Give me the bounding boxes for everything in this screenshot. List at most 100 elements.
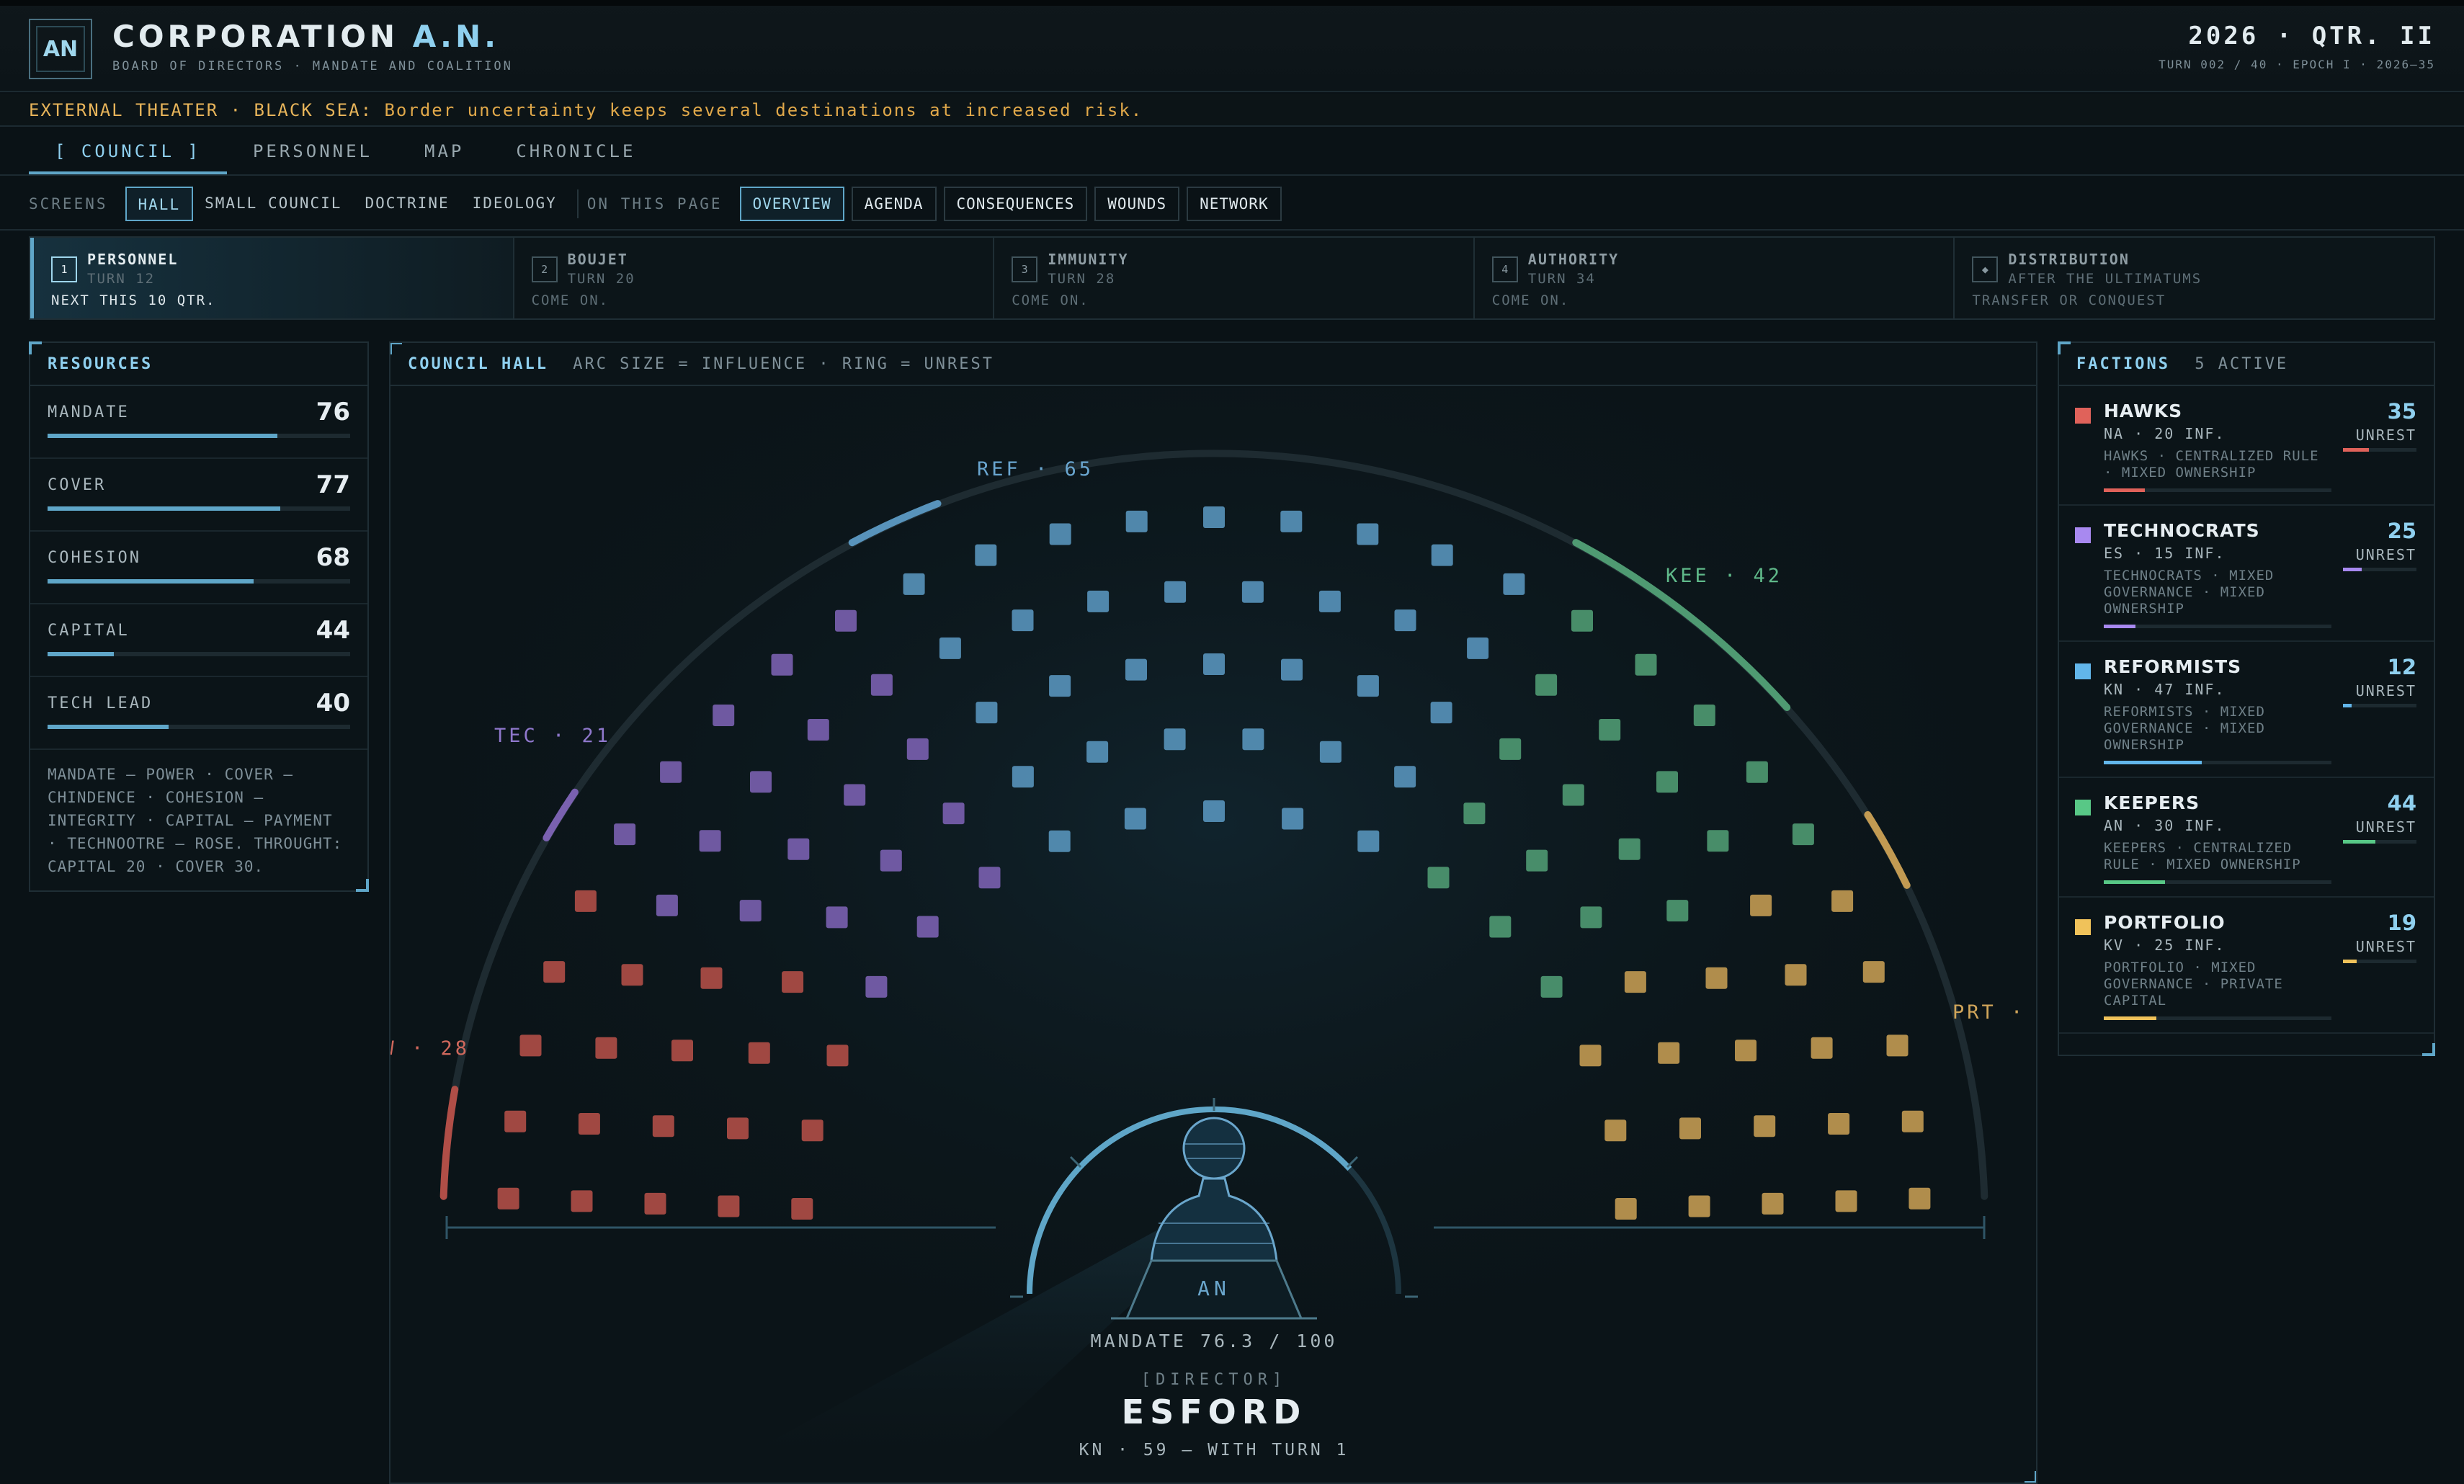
council-seat[interactable] <box>1656 771 1678 793</box>
council-seat[interactable] <box>826 1045 849 1067</box>
council-seat[interactable] <box>1792 823 1814 846</box>
council-seat[interactable] <box>1693 705 1715 726</box>
council-seat[interactable] <box>1242 728 1264 751</box>
page-wounds[interactable]: WOUNDS <box>1094 187 1180 221</box>
council-seat[interactable] <box>1164 728 1186 751</box>
council-seat[interactable] <box>1831 890 1854 912</box>
tab-personnel[interactable]: PERSONNEL <box>227 128 398 174</box>
page-consequences[interactable]: CONSEQUENCES <box>943 187 1088 221</box>
resource-tech-lead[interactable]: TECH LEAD 40 <box>30 677 367 750</box>
council-seat[interactable] <box>578 1113 600 1135</box>
tab-council[interactable]: [ COUNCIL ] <box>29 128 227 174</box>
council-seat[interactable] <box>791 1198 813 1220</box>
council-seat[interactable] <box>750 771 772 793</box>
council-seat[interactable] <box>1281 658 1303 681</box>
council-seat[interactable] <box>978 867 1001 889</box>
council-seat[interactable] <box>699 830 721 852</box>
council-seat[interactable] <box>916 916 939 938</box>
council-seat[interactable] <box>497 1187 519 1210</box>
council-seat[interactable] <box>870 674 893 696</box>
council-seat[interactable] <box>1526 849 1548 872</box>
council-seat[interactable] <box>1357 830 1380 852</box>
council-seat[interactable] <box>1909 1187 1931 1210</box>
council-seat[interactable] <box>787 838 810 860</box>
council-seat[interactable] <box>826 906 848 929</box>
council-seat[interactable] <box>671 1040 693 1062</box>
council-seat[interactable] <box>1125 510 1148 532</box>
council-seat[interactable] <box>1203 800 1225 822</box>
council-seat[interactable] <box>1624 971 1646 993</box>
council-seat[interactable] <box>939 637 961 659</box>
council-seat[interactable] <box>1125 658 1147 681</box>
faction-technocrats[interactable]: TECHNOCRATS ES · 15 INF. TECHNOCRATS · MIX… <box>2059 506 2434 642</box>
council-seat[interactable] <box>739 900 762 922</box>
council-seat[interactable] <box>835 609 857 632</box>
council-seat[interactable] <box>942 803 965 825</box>
council-seat[interactable] <box>1049 675 1071 697</box>
council-seat[interactable] <box>807 719 829 741</box>
council-seat[interactable] <box>1463 803 1486 825</box>
faction-hawks[interactable]: HAWKS NA · 20 INF. HAWKS · CENTRALIZED RUL… <box>2059 386 2434 506</box>
council-seat[interactable] <box>1012 766 1034 788</box>
council-seat[interactable] <box>1124 808 1146 830</box>
council-seat[interactable] <box>1049 523 1071 545</box>
council-seat[interactable] <box>771 653 793 676</box>
council-seat[interactable] <box>1489 916 1512 938</box>
council-seat[interactable] <box>1203 653 1225 675</box>
step-authority[interactable]: 4 AUTHORITY TURN 34 COME ON. <box>1475 238 1955 318</box>
page-network[interactable]: NETWORK <box>1187 187 1282 221</box>
council-seat[interactable] <box>880 849 902 872</box>
council-seat[interactable] <box>1430 702 1452 724</box>
council-seat[interactable] <box>1835 1190 1857 1212</box>
council-seat[interactable] <box>656 894 678 916</box>
council-seat[interactable] <box>1604 1119 1627 1142</box>
council-seat[interactable] <box>1811 1037 1833 1059</box>
council-seat[interactable] <box>782 971 804 993</box>
council-seat[interactable] <box>1580 906 1602 929</box>
council-seat[interactable] <box>1394 766 1416 788</box>
council-seat[interactable] <box>844 784 866 806</box>
council-seat[interactable] <box>865 975 888 998</box>
tab-chronicle[interactable]: CHRONICLE <box>490 128 661 174</box>
council-seat[interactable] <box>1762 1192 1784 1215</box>
screen-small-council[interactable]: SMALL COUNCIL <box>193 187 353 221</box>
council-seat[interactable] <box>1785 964 1807 986</box>
council-seat[interactable] <box>1427 867 1450 889</box>
step-boujet[interactable]: 2 BOUJET TURN 20 COME ON. <box>514 238 995 318</box>
council-seat[interactable] <box>1086 741 1109 763</box>
tab-map[interactable]: MAP <box>398 128 490 174</box>
council-seat[interactable] <box>906 738 929 760</box>
council-seat[interactable] <box>1579 1045 1602 1067</box>
council-seat[interactable] <box>1746 761 1768 783</box>
council-seat[interactable] <box>1618 838 1641 860</box>
council-seat[interactable] <box>1431 544 1453 566</box>
council-seat[interactable] <box>1282 808 1304 830</box>
council-seat[interactable] <box>700 967 723 989</box>
council-seat[interactable] <box>1087 590 1110 612</box>
council-seat[interactable] <box>571 1190 593 1212</box>
council-seat[interactable] <box>1319 741 1342 763</box>
council-seat[interactable] <box>595 1037 617 1059</box>
council-seat[interactable] <box>519 1034 542 1057</box>
council-seat[interactable] <box>1357 523 1379 545</box>
council-seat[interactable] <box>1735 1040 1757 1062</box>
council-seat[interactable] <box>1862 961 1885 983</box>
council-seat[interactable] <box>1635 653 1657 676</box>
council-seat[interactable] <box>1394 609 1416 632</box>
council-seat[interactable] <box>748 1042 770 1064</box>
council-seat[interactable] <box>644 1192 666 1215</box>
council-seat[interactable] <box>727 1117 749 1140</box>
council-seat[interactable] <box>1503 573 1525 595</box>
council-seat[interactable] <box>1688 1195 1710 1217</box>
step-distribution[interactable]: ◆ DISTRIBUTION AFTER THE ULTIMATUMS TRAN… <box>1955 238 2434 318</box>
council-seat[interactable] <box>1754 1115 1776 1137</box>
council-seat[interactable] <box>1048 830 1071 852</box>
alert-banner[interactable]: EXTERNAL THEATER · BLACK SEA: Border unc… <box>0 94 2464 127</box>
faction-portfolio[interactable]: PORTFOLIO KV · 25 INF. PORTFOLIO · MIXED G… <box>2059 898 2434 1034</box>
council-seat[interactable] <box>1599 719 1621 741</box>
council-seat[interactable] <box>713 705 735 726</box>
council-seat[interactable] <box>1318 590 1341 612</box>
council-seat[interactable] <box>614 823 636 846</box>
council-seat[interactable] <box>1571 609 1593 632</box>
council-seat[interactable] <box>718 1195 740 1217</box>
